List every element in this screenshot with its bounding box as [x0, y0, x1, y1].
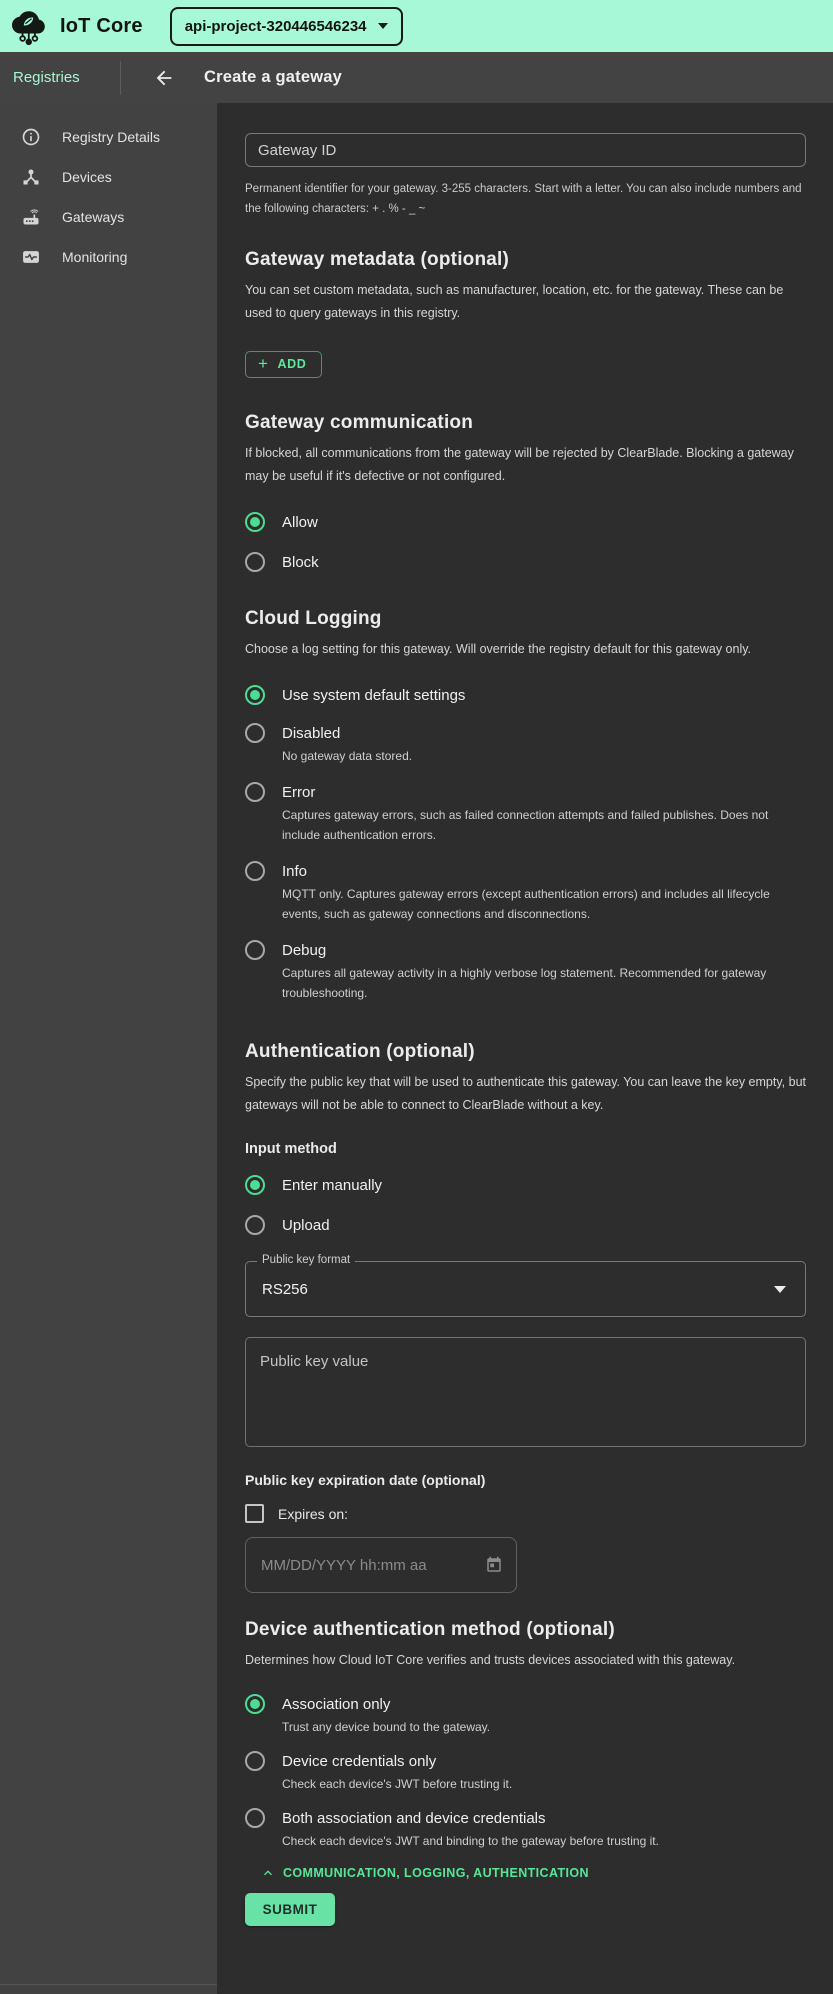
metadata-description: You can set custom metadata, such as man… [245, 279, 806, 325]
chevron-down-icon [378, 23, 388, 29]
chevron-up-icon [260, 1865, 276, 1881]
expiration-date-placeholder: MM/DD/YYYY hh:mm aa [261, 1557, 427, 1574]
radio-enter-manually[interactable]: Enter manually [245, 1175, 806, 1195]
radio-icon [245, 685, 265, 705]
router-icon [21, 207, 41, 227]
radio-use-system-default[interactable]: Use system default settings [245, 685, 806, 705]
checkbox-icon[interactable] [245, 1504, 264, 1523]
page-title: Create a gateway [204, 68, 342, 87]
gateway-id-input[interactable] [245, 133, 806, 167]
create-gateway-form: Permanent identifier for your gateway. 3… [217, 103, 833, 1994]
sidebar-item-label: Gateways [62, 209, 124, 225]
section-title-metadata: Gateway metadata (optional) [245, 249, 806, 271]
info-icon [21, 127, 41, 147]
chevron-down-icon [774, 1286, 786, 1293]
radio-error-description: Captures gateway errors, such as failed … [282, 805, 806, 845]
sidebar-item-registry-details[interactable]: Registry Details [0, 117, 217, 157]
communication-description: If blocked, all communications from the … [245, 442, 806, 488]
section-title-device-auth: Device authentication method (optional) [245, 1619, 806, 1641]
sidebar-item-devices[interactable]: Devices [0, 157, 217, 197]
radio-icon [245, 782, 265, 802]
radio-icon [245, 1751, 265, 1771]
secondary-nav-bar: Registries Create a gateway [0, 52, 833, 103]
add-metadata-button[interactable]: + ADD [245, 351, 322, 378]
radio-disabled-description: No gateway data stored. [282, 746, 806, 766]
radio-icon [245, 1808, 265, 1828]
sidebar-item-gateways[interactable]: Gateways [0, 197, 217, 237]
radio-error[interactable]: Error [245, 782, 806, 802]
radio-block[interactable]: Block [245, 552, 806, 572]
radio-icon [245, 723, 265, 743]
radio-upload[interactable]: Upload [245, 1215, 806, 1235]
top-app-bar: IoT Core api-project-320446546234 [0, 0, 833, 52]
collapse-section-link[interactable]: COMMUNICATION, LOGGING, AUTHENTICATION [260, 1865, 806, 1881]
section-title-communication: Gateway communication [245, 412, 806, 434]
expires-on-checkbox-row[interactable]: Expires on: [245, 1504, 806, 1523]
radio-debug-description: Captures all gateway activity in a highl… [282, 963, 806, 1003]
expiration-date-input[interactable]: MM/DD/YYYY hh:mm aa [245, 1537, 517, 1593]
radio-icon [245, 1694, 265, 1714]
public-key-value-textarea[interactable] [245, 1337, 806, 1447]
radio-device-credentials-only[interactable]: Device credentials only [245, 1751, 806, 1771]
public-key-format-select[interactable]: Public key format RS256 [245, 1261, 806, 1317]
radio-icon [245, 552, 265, 572]
radio-association-only[interactable]: Association only [245, 1694, 806, 1714]
calendar-icon[interactable] [485, 1556, 503, 1574]
device-auth-description: Determines how Cloud IoT Core verifies a… [245, 1649, 806, 1672]
radio-icon [245, 861, 265, 881]
back-arrow-icon[interactable] [153, 66, 177, 90]
radio-icon [245, 940, 265, 960]
sidebar-item-label: Devices [62, 169, 112, 185]
authentication-description: Specify the public key that will be used… [245, 1071, 806, 1117]
radio-both-association-and-credentials[interactable]: Both association and device credentials [245, 1808, 806, 1828]
registries-link[interactable]: Registries [13, 69, 80, 86]
section-title-authentication: Authentication (optional) [245, 1041, 806, 1063]
public-key-expiration-label: Public key expiration date (optional) [245, 1472, 806, 1488]
sidebar-bottom-divider [0, 1984, 217, 1985]
section-title-logging: Cloud Logging [245, 608, 806, 630]
sidebar-item-label: Monitoring [62, 249, 127, 265]
sidebar: Registry Details Devices Gateways Monito… [0, 103, 217, 1994]
project-selector-dropdown[interactable]: api-project-320446546234 [170, 7, 403, 46]
radio-both-association-description: Check each device's JWT and binding to t… [282, 1831, 806, 1851]
app-title: IoT Core [60, 15, 143, 38]
radio-device-credentials-only-description: Check each device's JWT before trusting … [282, 1774, 806, 1794]
header-divider [120, 61, 121, 95]
radio-icon [245, 1215, 265, 1235]
radio-disabled[interactable]: Disabled [245, 723, 806, 743]
logging-description: Choose a log setting for this gateway. W… [245, 638, 806, 661]
monitoring-icon [21, 247, 41, 267]
input-method-label: Input method [245, 1141, 806, 1157]
public-key-format-label: Public key format [257, 1254, 355, 1266]
radio-debug[interactable]: Debug [245, 940, 806, 960]
device-hub-icon [21, 167, 41, 187]
sidebar-item-monitoring[interactable]: Monitoring [0, 237, 217, 277]
radio-icon [245, 512, 265, 532]
public-key-format-value: RS256 [262, 1281, 308, 1298]
iot-core-logo-icon [10, 6, 52, 46]
plus-icon: + [258, 357, 269, 371]
radio-allow[interactable]: Allow [245, 512, 806, 532]
radio-association-only-description: Trust any device bound to the gateway. [282, 1717, 806, 1737]
radio-icon [245, 1175, 265, 1195]
radio-info[interactable]: Info [245, 861, 806, 881]
submit-button[interactable]: SUBMIT [245, 1893, 335, 1926]
project-selector-value: api-project-320446546234 [185, 18, 367, 35]
sidebar-item-label: Registry Details [62, 129, 160, 145]
gateway-id-helper-text: Permanent identifier for your gateway. 3… [245, 179, 806, 219]
radio-info-description: MQTT only. Captures gateway errors (exce… [282, 884, 806, 924]
